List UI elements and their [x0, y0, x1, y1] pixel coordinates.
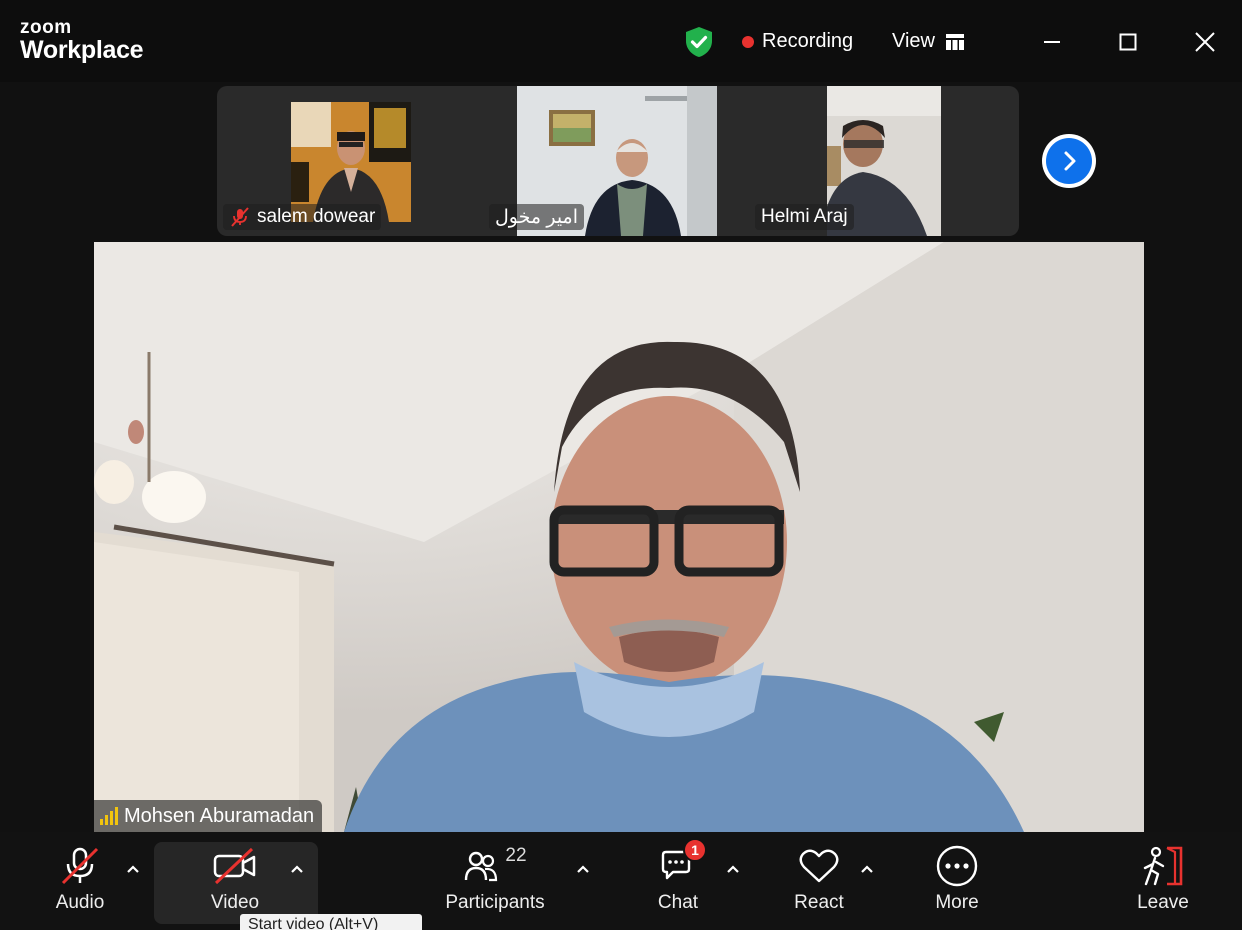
muted-microphone-icon [231, 207, 249, 227]
meeting-toolbar: Audio Video 22 Participants 1 Chat React… [0, 832, 1242, 930]
participants-label: Participants [445, 892, 545, 913]
audio-button[interactable]: Audio [50, 842, 110, 928]
leave-button[interactable]: Leave [1134, 842, 1192, 928]
participants-options-caret[interactable] [574, 862, 592, 876]
connection-strength-icon [100, 807, 118, 825]
participant-name: امير مخول [495, 206, 579, 228]
maximize-button[interactable] [1108, 22, 1148, 62]
more-options-icon [936, 845, 978, 887]
close-icon [1195, 32, 1215, 52]
zoom-logo: zoom Workplace [20, 17, 144, 64]
grid-view-icon [946, 33, 964, 50]
maximize-icon [1119, 33, 1137, 51]
recording-dot-icon [742, 35, 754, 48]
leave-door-icon [1143, 846, 1183, 886]
video-options-caret[interactable] [288, 862, 306, 876]
heart-icon [799, 849, 839, 883]
shield-icon[interactable] [684, 26, 714, 58]
next-page-circle [1046, 138, 1092, 184]
participant-name: salem dowear [257, 206, 376, 227]
participants-button[interactable]: 22 Participants [440, 842, 550, 928]
react-options-caret[interactable] [858, 862, 876, 876]
more-button[interactable]: More [930, 842, 984, 928]
participants-icon [465, 851, 498, 882]
title-bar: zoom Workplace Recording View [0, 0, 1242, 82]
minimize-button[interactable] [1032, 22, 1072, 62]
chat-options-caret[interactable] [724, 862, 742, 876]
speaker-name-tag: Mohsen Aburamadan [94, 800, 323, 832]
audio-label: Audio [55, 892, 105, 913]
unread-chat-badge: 1 [683, 838, 707, 862]
audio-options-caret[interactable] [124, 862, 142, 876]
participant-name-tag: Helmi Araj [755, 204, 854, 230]
muted-microphone-icon [61, 847, 99, 885]
main-speaker-video[interactable]: Mohsen Aburamadan [94, 242, 1144, 832]
start-video-tooltip: Start video (Alt+V) [240, 914, 422, 930]
recording-label: Recording [762, 30, 854, 52]
minimize-icon [1044, 41, 1060, 43]
leave-label: Leave [1137, 892, 1189, 913]
video-label: Video [210, 892, 260, 913]
react-button[interactable]: React [790, 842, 848, 928]
participant-name-tag: salem dowear [223, 204, 382, 230]
view-button[interactable]: View [892, 30, 965, 53]
next-page-button[interactable] [1042, 134, 1096, 188]
video-off-icon [213, 847, 256, 885]
brand-top: zoom [20, 17, 72, 38]
chevron-right-icon [1064, 151, 1076, 171]
react-label: React [794, 892, 844, 913]
view-label: View [892, 30, 935, 52]
participant-name-tag: امير مخول [489, 204, 585, 230]
participant-name: Helmi Araj [761, 206, 848, 227]
speaker-name: Mohsen Aburamadan [124, 804, 315, 827]
recording-indicator[interactable]: Recording [742, 30, 853, 53]
participant-thumbnail-strip: salem dowear امير مخول Helmi Araj [217, 86, 1019, 236]
more-label: More [935, 892, 979, 913]
participants-count: 22 [505, 845, 527, 866]
chat-label: Chat [657, 892, 699, 913]
chat-button[interactable]: 1 Chat [652, 838, 707, 928]
zoom-meeting-window: zoom Workplace Recording View salem dowe… [0, 0, 1242, 930]
speaker-video-frame [94, 242, 1144, 832]
close-button[interactable] [1185, 22, 1225, 62]
brand-bottom: Workplace [20, 36, 144, 64]
